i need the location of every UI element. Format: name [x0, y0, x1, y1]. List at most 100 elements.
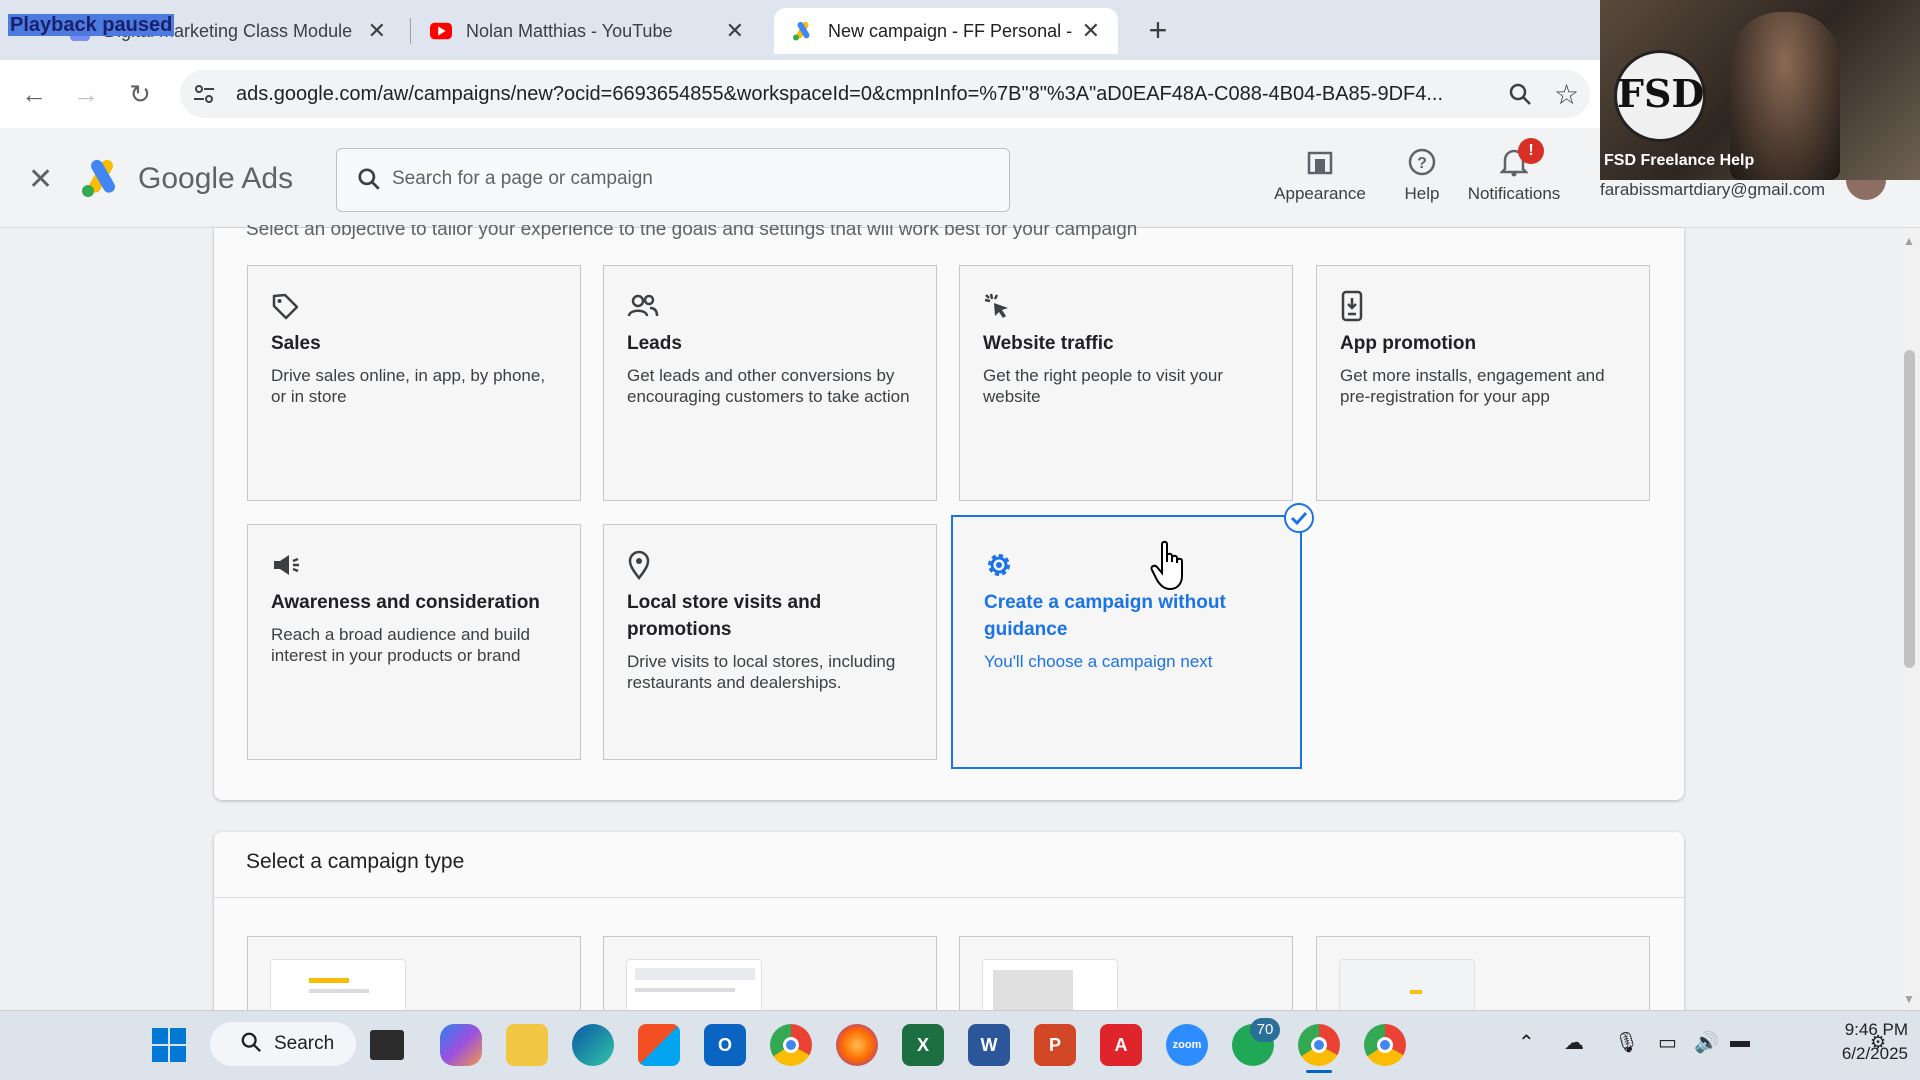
microphone-icon[interactable]: 🎙: [1614, 1030, 1639, 1055]
objective-description: Reach a broad audience and build interes…: [271, 625, 530, 665]
notification-center-icon[interactable]: ⚙: [1870, 1032, 1886, 1053]
excel-icon[interactable]: X: [902, 1024, 944, 1066]
forward-arrow-icon[interactable]: →: [68, 76, 104, 112]
close-icon[interactable]: ✕: [28, 162, 53, 197]
firefox-icon[interactable]: [836, 1024, 878, 1066]
section-divider: [214, 897, 1684, 898]
new-tab-button[interactable]: +: [1138, 12, 1178, 49]
objective-title: Leads: [627, 333, 682, 354]
taskbar-search-icon: [240, 1031, 262, 1058]
campaign-type-card[interactable]: [1316, 936, 1650, 1017]
gear-icon: [984, 547, 1269, 583]
bookmark-star-icon[interactable]: ☆: [1554, 78, 1579, 111]
objective-card-no-guidance[interactable]: Create a campaign without guidance You'l…: [951, 515, 1302, 769]
tab-title: Nolan Matthias - YouTube: [466, 20, 673, 41]
objective-card-website-traffic[interactable]: Website traffic Get the right people to …: [959, 265, 1293, 501]
people-icon: [627, 288, 913, 324]
account-email[interactable]: farabissmartdiary@gmail.com: [1600, 180, 1825, 200]
edge-browser-icon[interactable]: [572, 1024, 614, 1066]
zoom-app-icon[interactable]: zoom: [1166, 1024, 1208, 1066]
tab-close-icon[interactable]: ✕: [368, 18, 386, 44]
microsoft-store-icon[interactable]: [638, 1024, 680, 1066]
campaign-type-thumbnail: [626, 959, 762, 1017]
scroll-down-arrow-icon[interactable]: ▼: [1903, 992, 1915, 1006]
objective-title: Create a campaign without guidance: [984, 592, 1226, 640]
search-icon: [356, 166, 382, 197]
objective-description: Get leads and other conversions by encou…: [627, 366, 910, 406]
campaign-type-card[interactable]: [959, 936, 1293, 1017]
google-ads-logo-icon: [80, 158, 124, 198]
campaign-type-thumbnail: [270, 959, 406, 1017]
tray-chevron-up-icon[interactable]: ⌃: [1518, 1030, 1535, 1055]
notification-alert-badge: !: [1518, 138, 1544, 164]
battery-icon[interactable]: ▬: [1730, 1030, 1750, 1053]
appearance-icon: [1270, 144, 1370, 180]
browser-tab-google-ads[interactable]: New campaign - FF Personal - G ✕: [774, 8, 1118, 54]
acrobat-icon[interactable]: A: [1100, 1024, 1142, 1066]
search-placeholder: Search for a page or campaign: [392, 168, 653, 189]
objective-card-local-store[interactable]: Local store visits and promotions Drive …: [603, 524, 937, 760]
whatsapp-unread-badge: 70: [1250, 1018, 1280, 1042]
campaign-type-card[interactable]: [603, 936, 937, 1017]
back-arrow-icon[interactable]: ←: [16, 76, 52, 112]
campaign-type-thumbnail: [982, 959, 1118, 1017]
tab-close-icon[interactable]: ✕: [726, 18, 744, 44]
zoom-icon[interactable]: [1508, 82, 1532, 111]
location-pin-icon: [627, 547, 913, 583]
objective-title: Sales: [271, 333, 321, 354]
campaign-type-card[interactable]: [247, 936, 581, 1017]
file-explorer-icon[interactable]: [506, 1024, 548, 1066]
page-scrollbar-thumb[interactable]: [1904, 350, 1915, 668]
browser-tab-youtube[interactable]: Nolan Matthias - YouTube ✕: [412, 8, 762, 54]
powerpoint-icon[interactable]: P: [1034, 1024, 1076, 1066]
word-icon[interactable]: W: [968, 1024, 1010, 1066]
appearance-label: Appearance: [1274, 184, 1366, 203]
objective-description: Drive visits to local stores, including …: [627, 652, 896, 692]
site-settings-icon[interactable]: [192, 82, 216, 111]
notifications-button[interactable]: Notifications: [1462, 144, 1566, 204]
url-text[interactable]: ads.google.com/aw/campaigns/new?ocid=669…: [236, 83, 1491, 106]
objective-description: You'll choose a campaign next: [984, 652, 1213, 671]
chrome-profile-icon[interactable]: [1298, 1024, 1340, 1066]
objective-title: App promotion: [1340, 333, 1477, 354]
active-app-indicator: [1306, 1070, 1332, 1073]
outlook-icon[interactable]: O: [704, 1024, 746, 1066]
copilot-icon[interactable]: [440, 1024, 482, 1066]
taskbar-search-button[interactable]: Search: [210, 1022, 356, 1066]
chrome-profile-2-icon[interactable]: [1364, 1024, 1406, 1066]
taskbar-clock-date[interactable]: 6/2/2025: [1818, 1044, 1908, 1064]
help-button[interactable]: ? Help: [1392, 144, 1452, 204]
tab-close-icon[interactable]: ✕: [1082, 18, 1100, 44]
tag-icon: [271, 288, 557, 324]
megaphone-icon: [271, 547, 557, 583]
objective-card-app-promotion[interactable]: App promotion Get more installs, engagem…: [1316, 265, 1650, 501]
campaign-type-title: Select a campaign type: [246, 850, 465, 873]
playback-paused-overlay: Playback paused: [8, 14, 175, 36]
webcam-caption: FSD Freelance Help: [1604, 152, 1755, 169]
reload-icon[interactable]: ↻: [122, 76, 158, 112]
objective-description: Drive sales online, in app, by phone, or…: [271, 366, 546, 406]
scroll-up-arrow-icon[interactable]: ▲: [1903, 234, 1915, 248]
help-icon: ?: [1392, 144, 1452, 180]
bell-icon: [1462, 144, 1566, 180]
selected-check-icon: [1284, 503, 1314, 533]
cursor-click-icon: [983, 288, 1269, 324]
objective-card-awareness[interactable]: Awareness and consideration Reach a broa…: [247, 524, 581, 760]
windows-start-icon[interactable]: [148, 1024, 190, 1066]
chrome-icon[interactable]: [770, 1024, 812, 1066]
objective-card-sales[interactable]: Sales Drive sales online, in app, by pho…: [247, 265, 581, 501]
fsd-logo: FSD: [1614, 50, 1706, 142]
help-label: Help: [1404, 184, 1440, 203]
campaign-type-thumbnail: [1339, 959, 1475, 1017]
objective-title: Local store visits and promotions: [627, 592, 822, 640]
phone-download-icon: [1340, 288, 1626, 324]
task-view-icon[interactable]: [370, 1030, 404, 1060]
objective-card-leads[interactable]: Leads Get leads and other conversions by…: [603, 265, 937, 501]
volume-icon[interactable]: 🔊: [1694, 1030, 1719, 1055]
taskbar-clock-time[interactable]: 9:46 PM: [1828, 1020, 1908, 1040]
svg-text:?: ?: [1417, 155, 1427, 172]
appearance-button[interactable]: Appearance: [1270, 144, 1370, 204]
onedrive-icon[interactable]: ☁: [1564, 1030, 1584, 1055]
google-ads-favicon-icon: [792, 20, 814, 42]
network-icon[interactable]: ▭: [1658, 1030, 1677, 1055]
